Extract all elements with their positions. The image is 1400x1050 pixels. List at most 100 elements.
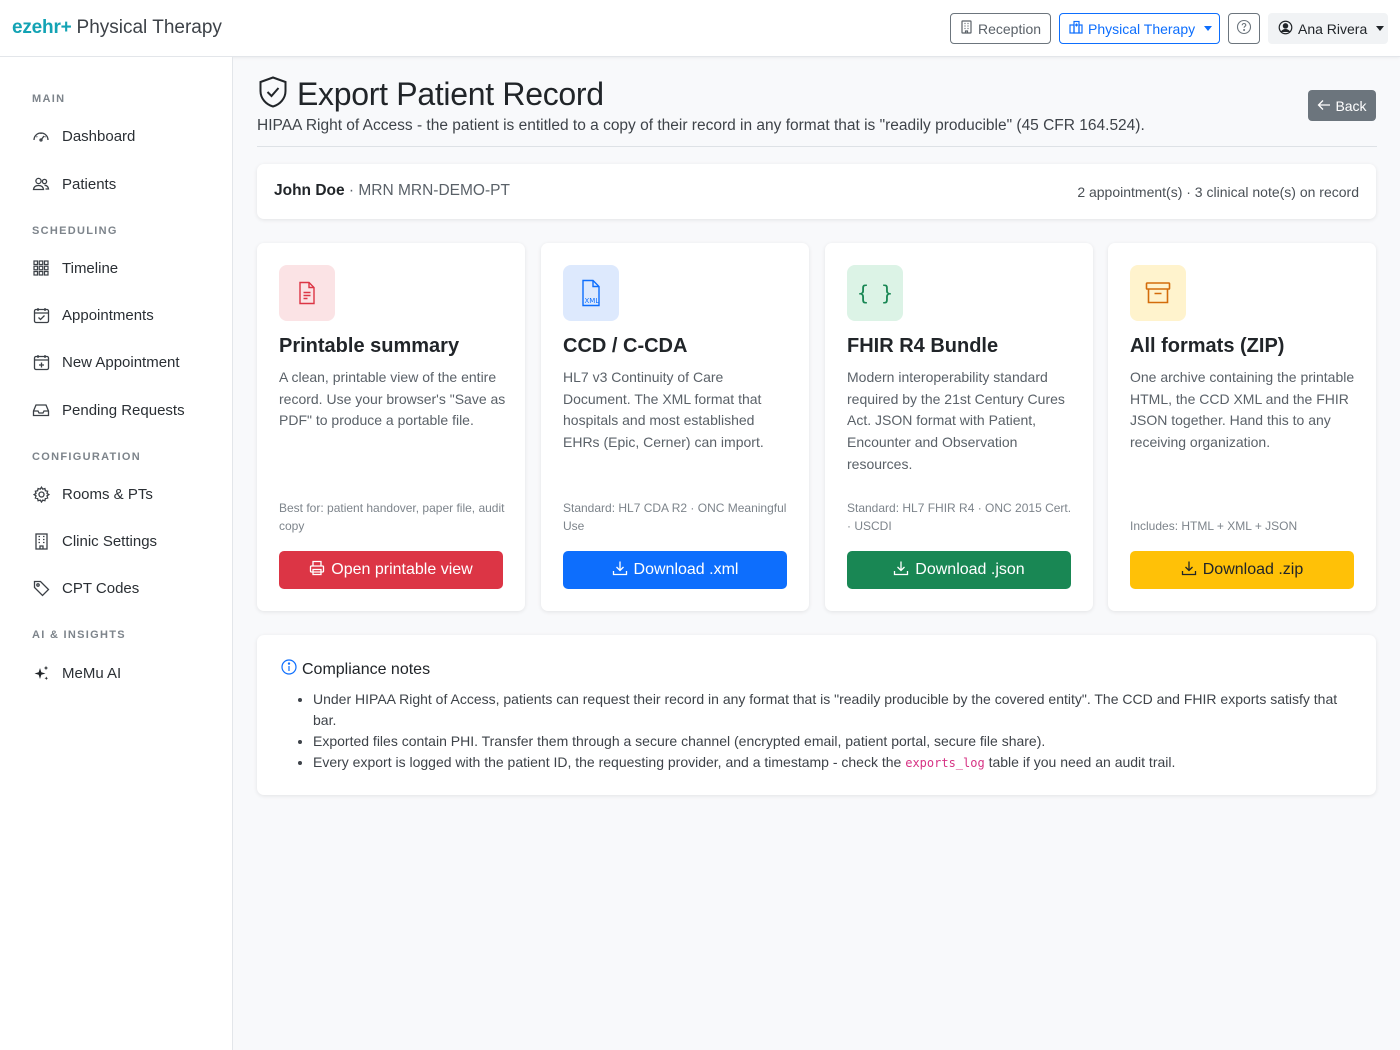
download-xml-button[interactable]: Download .xml <box>563 551 787 589</box>
format-card-printable: Printable summary A clean, printable vie… <box>257 243 525 611</box>
building-icon <box>960 20 973 37</box>
gear-icon <box>32 485 50 503</box>
sidebar-item-label: Patients <box>62 175 117 193</box>
format-description: Modern interoperability standard require… <box>847 369 1065 472</box>
chevron-down-icon <box>1376 26 1385 31</box>
department-label: Physical Therapy <box>1088 20 1196 37</box>
sidebar-item-label: New Appointment <box>62 353 180 371</box>
download-icon <box>893 560 909 581</box>
format-card-zip: All formats (ZIP) One archive containing… <box>1108 243 1376 611</box>
sparkles-icon <box>32 664 50 682</box>
help-button[interactable] <box>1228 13 1260 44</box>
sidebar-section-ai-insights: AI & INSIGHTS <box>32 629 126 641</box>
sidebar-item-label: Appointments <box>62 306 154 324</box>
info-circle-icon <box>281 659 297 680</box>
sidebar-item-label: Timeline <box>62 259 119 277</box>
download-zip-button[interactable]: Download .zip <box>1130 551 1354 589</box>
building-icon <box>32 532 50 550</box>
patient-name: John Doe <box>274 182 345 199</box>
open-printable-view-button[interactable]: Open printable view <box>279 551 503 589</box>
format-title: FHIR R4 Bundle <box>847 335 999 357</box>
sidebar-section-configuration: CONFIGURATION <box>32 451 141 463</box>
format-description: One archive containing the printable HTM… <box>1130 369 1355 451</box>
page-title-text: Export Patient Record <box>297 76 604 112</box>
sidebar-item-patients[interactable]: Patients <box>32 169 222 199</box>
sidebar-item-label: Dashboard <box>62 127 136 145</box>
brand-logo: ezehr+ <box>12 17 72 38</box>
format-card-ccd: XML CCD / C-CDA HL7 v3 Continuity of Car… <box>541 243 809 611</box>
page-title: Export Patient Record <box>257 75 604 114</box>
department-dropdown[interactable]: Physical Therapy <box>1059 13 1220 44</box>
sidebar-item-label: Rooms & PTs <box>62 485 153 503</box>
button-label: Download .json <box>915 561 1025 578</box>
button-label: Open printable view <box>331 561 473 578</box>
person-circle-icon <box>1278 20 1293 38</box>
hospital-icon <box>1069 20 1083 37</box>
sidebar-item-cpt-codes[interactable]: CPT Codes <box>32 573 222 603</box>
patient-identity: John Doe · MRN MRN-DEMO-PT <box>274 182 510 200</box>
patient-summary-card: John Doe · MRN MRN-DEMO-PT 2 appointment… <box>257 164 1376 219</box>
sidebar-item-new-appointment[interactable]: New Appointment <box>32 347 222 377</box>
sidebar-item-appointments[interactable]: Appointments <box>32 300 222 330</box>
calendar-check-icon <box>32 306 50 324</box>
printer-icon <box>309 560 325 581</box>
top-navbar: ezehr+ Physical Therapy Reception Physica… <box>0 0 1400 57</box>
note-text: Every export is logged with the patient … <box>313 754 906 770</box>
sidebar-item-label: CPT Codes <box>62 579 140 597</box>
sidebar-item-label: Clinic Settings <box>62 532 158 550</box>
sidebar-item-dashboard[interactable]: Dashboard <box>32 121 222 151</box>
format-meta: Includes: HTML + XML + JSON <box>1130 519 1298 533</box>
sidebar-item-memu-ai[interactable]: MeMu AI <box>32 658 222 688</box>
grid-icon <box>32 259 50 277</box>
format-description: HL7 v3 Continuity of Care Document. The … <box>563 369 764 451</box>
file-xml-icon: XML <box>563 265 619 321</box>
user-name: Ana Rivera <box>1298 20 1368 37</box>
back-label: Back <box>1335 97 1367 114</box>
button-label: Download .zip <box>1202 561 1304 578</box>
question-circle-icon <box>1236 19 1252 38</box>
format-meta: Standard: HL7 CDA R2 · ONC Meaningful Us… <box>563 501 787 533</box>
format-title: All formats (ZIP) <box>1130 335 1285 357</box>
brand-app-name: Physical Therapy <box>76 17 222 38</box>
divider <box>257 146 1377 147</box>
reception-button[interactable]: Reception <box>950 13 1051 44</box>
braces-icon: { } <box>847 265 903 321</box>
tag-icon <box>32 579 50 597</box>
speedometer-icon <box>32 127 50 145</box>
sidebar-item-rooms-pts[interactable]: Rooms & PTs <box>32 479 222 509</box>
list-item: Every export is logged with the patient … <box>313 752 1358 774</box>
format-description: A clean, printable view of the entire re… <box>279 369 506 429</box>
patient-mrn: · MRN MRN-DEMO-PT <box>344 182 510 199</box>
download-json-button[interactable]: Download .json <box>847 551 1071 589</box>
user-menu[interactable]: Ana Rivera <box>1268 13 1388 44</box>
inbox-icon <box>32 401 50 419</box>
note-text-suffix: table if you need an audit trail. <box>984 754 1176 770</box>
format-title: CCD / C-CDA <box>563 335 688 357</box>
button-label: Download .xml <box>633 561 739 578</box>
list-item: Exported files contain PHI. Transfer the… <box>313 731 1358 752</box>
sidebar-item-timeline[interactable]: Timeline <box>32 253 222 283</box>
page-subtitle: HIPAA Right of Access - the patient is e… <box>257 117 1145 134</box>
sidebar-item-pending-requests[interactable]: Pending Requests <box>32 395 222 425</box>
back-button[interactable]: Back <box>1308 90 1376 121</box>
arrow-left-icon <box>1317 98 1331 114</box>
compliance-notes-card: Compliance notes Under HIPAA Right of Ac… <box>257 635 1376 795</box>
people-icon <box>32 175 50 193</box>
download-icon <box>612 560 628 581</box>
sidebar-item-label: Pending Requests <box>62 401 185 419</box>
sidebar: MAIN Dashboard Patients SCHEDULING Timel… <box>0 57 233 1050</box>
reception-label: Reception <box>978 20 1042 37</box>
archive-icon <box>1130 265 1186 321</box>
download-icon <box>1181 560 1197 581</box>
sidebar-section-main: MAIN <box>32 93 66 105</box>
format-meta: Best for: patient handover, paper file, … <box>279 501 505 533</box>
compliance-list: Under HIPAA Right of Access, patients ca… <box>313 689 1358 774</box>
shield-check-icon <box>257 75 289 114</box>
sidebar-item-clinic-settings[interactable]: Clinic Settings <box>32 526 222 556</box>
patient-record-counts: 2 appointment(s) · 3 clinical note(s) on… <box>1077 184 1359 200</box>
chevron-down-icon <box>1204 26 1213 31</box>
format-meta: Standard: HL7 FHIR R4 · ONC 2015 Cert. ·… <box>847 501 1072 533</box>
code-exports-log: exports_log <box>905 756 985 770</box>
sidebar-item-label: MeMu AI <box>62 664 122 682</box>
brand[interactable]: ezehr+ Physical Therapy <box>12 17 222 39</box>
